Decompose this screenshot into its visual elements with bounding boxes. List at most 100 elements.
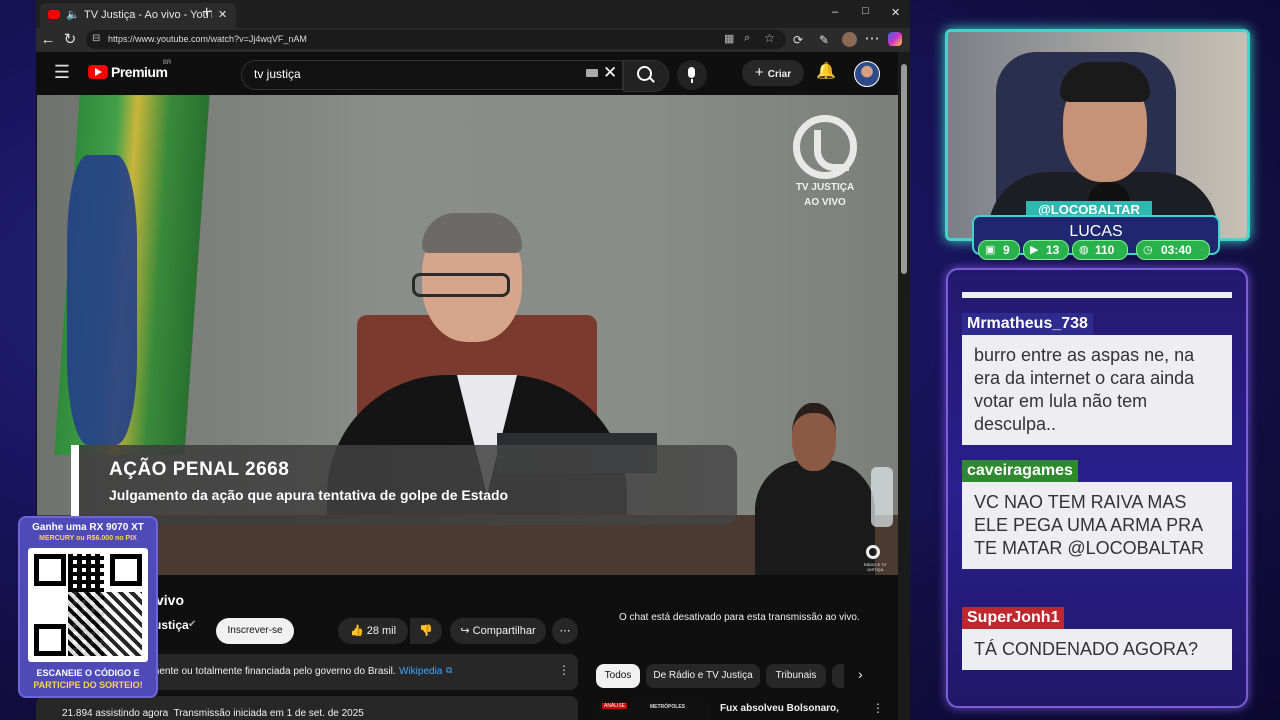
keyboard-icon[interactable] bbox=[586, 69, 598, 77]
qr-finder-bottom-left bbox=[34, 624, 66, 656]
youtube-logo[interactable]: Premium BR bbox=[88, 60, 171, 83]
create-label: Criar bbox=[767, 69, 792, 80]
notifications-bell-icon[interactable]: 🔔 bbox=[816, 62, 836, 82]
info-text: mente ou totalmente financiada pelo gove… bbox=[151, 666, 396, 677]
search-input[interactable]: tv justiça bbox=[254, 67, 301, 81]
glasses bbox=[412, 273, 510, 297]
chat-text: VC NAO TEM RAIVA MAS ELE PEGA UMA ARMA P… bbox=[962, 482, 1232, 569]
chat-text: TÁ CONDENADO AGORA? bbox=[962, 629, 1232, 670]
site-info-icon[interactable]: ⊟ bbox=[92, 33, 100, 44]
chip-radio-tv-justica[interactable]: De Rádio e TV Justiça bbox=[646, 664, 760, 688]
hamburger-menu-icon[interactable]: ☰ bbox=[52, 62, 72, 82]
back-icon[interactable]: ← bbox=[40, 30, 56, 50]
verified-icon: ✔ bbox=[188, 619, 197, 630]
plus-icon: + bbox=[754, 64, 768, 81]
voice-search-button[interactable] bbox=[677, 60, 707, 90]
channel-name[interactable]: ustiça bbox=[154, 618, 189, 632]
lower-third-subtitle: Julgamento da ação que apura tentativa d… bbox=[109, 487, 509, 503]
page-scrollbar[interactable] bbox=[898, 52, 910, 720]
overlay-logo-line1: TV JUSTIÇA bbox=[795, 182, 855, 193]
scrollbar-thumb[interactable] bbox=[901, 64, 907, 274]
favorite-icon[interactable]: ☆ bbox=[764, 31, 775, 45]
stream-stats: ▣ 9 ▶ 13 ◍ 110 ◷ 03:40 bbox=[976, 240, 1216, 260]
qr-code[interactable] bbox=[28, 548, 148, 662]
corner-logo-icon bbox=[866, 545, 880, 559]
speaker-icon[interactable]: 🔈 bbox=[66, 8, 80, 21]
dislike-button[interactable]: 👎 bbox=[410, 618, 442, 644]
overlay-logo-line2: AO VIVO bbox=[804, 197, 846, 208]
streamer-name: LUCAS bbox=[1069, 223, 1123, 240]
video-player[interactable]: TV JUSTIÇA AO VIVO AÇÃO PENAL 2668 Julga… bbox=[37, 95, 898, 575]
chat-username: caveiragames bbox=[962, 460, 1078, 482]
tab-close-icon[interactable]: ✕ bbox=[218, 8, 227, 21]
kick-stat: ◍ 110 bbox=[1072, 240, 1128, 260]
minimize-button[interactable]: – bbox=[832, 6, 838, 18]
rec-source: METRÓPOLES bbox=[650, 704, 686, 710]
giveaway-promo: Ganhe uma RX 9070 XT MERCURY ou R$6.000 … bbox=[18, 516, 158, 698]
water-bottle bbox=[871, 467, 893, 527]
more-actions-button[interactable]: ⋯ bbox=[552, 618, 578, 644]
info-menu-icon[interactable]: ⋮ bbox=[558, 663, 570, 677]
video-title: vivo bbox=[156, 592, 185, 608]
kick-icon: ◍ bbox=[1079, 244, 1089, 256]
twitch-stat: ▣ 9 bbox=[978, 240, 1020, 260]
logo-text: Premium bbox=[111, 64, 168, 80]
chips-next-icon[interactable]: › bbox=[858, 666, 863, 682]
zoom-icon[interactable]: ⌕ bbox=[744, 32, 750, 45]
wikipedia-link[interactable]: Wikipedia bbox=[399, 666, 442, 677]
maximize-button[interactable]: □ bbox=[862, 5, 869, 17]
apps-icon[interactable]: ▦ bbox=[724, 32, 734, 45]
chip-all[interactable]: Todos bbox=[596, 664, 640, 688]
chip-more[interactable] bbox=[832, 664, 844, 688]
youtube-icon: ▶ bbox=[1030, 244, 1039, 256]
tab-bar: 🔈 TV Justiça - Ao vivo - YouTub ✕ + – □ … bbox=[36, 0, 910, 28]
extension-puzzle-icon[interactable]: ✎ bbox=[816, 30, 832, 50]
reload-icon[interactable]: ↻ bbox=[62, 30, 78, 50]
twitch-icon: ▣ bbox=[985, 244, 996, 256]
new-tab-icon[interactable]: + bbox=[202, 4, 211, 22]
menu-dots-icon[interactable]: ⋯ bbox=[864, 29, 880, 49]
qr-finder-top-right bbox=[110, 554, 142, 586]
profile-avatar[interactable] bbox=[842, 32, 857, 47]
youtube-count: 13 bbox=[1046, 243, 1060, 257]
tv-justica-logo bbox=[793, 115, 857, 179]
like-button[interactable]: 👍 28 mil bbox=[338, 618, 408, 644]
recommended-thumbnail[interactable]: ANÁLISE METRÓPOLES bbox=[598, 702, 710, 720]
share-icon: ↪ bbox=[460, 625, 473, 637]
interpreter-head bbox=[792, 403, 836, 471]
judge-hair bbox=[422, 213, 522, 253]
thumbs-down-icon: 👎 bbox=[419, 625, 433, 637]
chat-username: SuperJonh1 bbox=[962, 607, 1065, 629]
chat-overlay: Mrmatheus_738 burro entre as aspas ne, n… bbox=[946, 268, 1248, 708]
interpreter-body bbox=[755, 460, 875, 575]
logo-inner-shape bbox=[814, 130, 849, 171]
chat-top-divider bbox=[962, 292, 1232, 298]
promo-footer2: PARTICIPE DO SORTEIO! bbox=[33, 680, 143, 690]
account-avatar[interactable] bbox=[854, 61, 880, 87]
promo-line1: Ganhe uma RX 9070 XT bbox=[32, 522, 144, 533]
qr-modules-right bbox=[68, 592, 142, 656]
youtube-stat: ▶ 13 bbox=[1023, 240, 1069, 260]
copilot-icon[interactable] bbox=[888, 32, 902, 46]
url-text: https://www.youtube.com/watch?v=Jj4wqVF_… bbox=[108, 34, 307, 44]
search-box[interactable]: tv justiça ✕ bbox=[241, 60, 623, 90]
close-window-button[interactable]: ✕ bbox=[891, 6, 900, 19]
kick-count: 110 bbox=[1095, 243, 1115, 257]
share-button[interactable]: ↪ Compartilhar bbox=[450, 618, 546, 644]
chat-disabled-message: O chat está desativado para esta transmi… bbox=[619, 612, 860, 623]
create-button[interactable]: + Criar bbox=[742, 60, 804, 86]
lower-third-title: AÇÃO PENAL 2668 bbox=[109, 459, 290, 480]
external-link-icon: ⧉ bbox=[446, 665, 453, 675]
recommended-title[interactable]: Fux absolveu Bolsonaro, bbox=[720, 703, 839, 714]
corner-logo-text: RÁDIO E TV JUSTIÇA bbox=[863, 562, 887, 572]
address-bar[interactable]: ⊟ https://www.youtube.com/watch?v=Jj4wqV… bbox=[86, 30, 786, 49]
youtube-favicon-icon bbox=[48, 10, 60, 19]
lower-third: AÇÃO PENAL 2668 Julgamento da ação que a… bbox=[71, 445, 737, 525]
search-button[interactable] bbox=[623, 60, 669, 92]
subscribe-button[interactable]: Inscrever-se bbox=[216, 618, 294, 644]
recommended-menu-icon[interactable]: ⋮ bbox=[872, 701, 884, 715]
chip-tribunais[interactable]: Tribunais bbox=[766, 664, 826, 688]
extensions-icon[interactable]: ⟳ bbox=[790, 30, 806, 50]
clear-search-icon[interactable]: ✕ bbox=[603, 63, 617, 83]
chat-message: caveiragames VC NAO TEM RAIVA MAS ELE PE… bbox=[962, 460, 1232, 569]
